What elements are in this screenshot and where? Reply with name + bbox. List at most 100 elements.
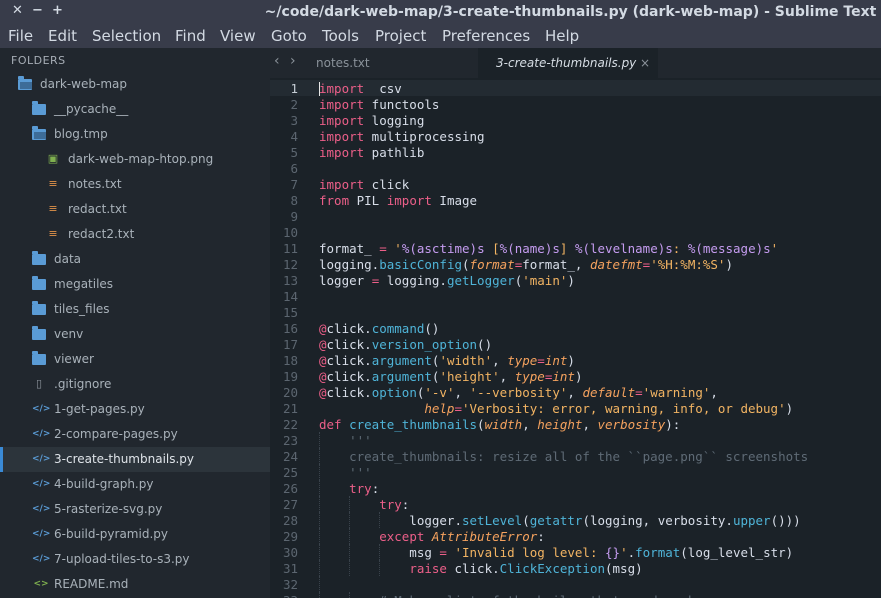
sidebar-item[interactable]: __pycache__ (0, 97, 270, 122)
sidebar-item-label: tiles_files (54, 302, 110, 316)
sidebar-item-label: venv (54, 327, 84, 341)
file-icon: ▯ (35, 377, 43, 390)
sidebar-header: FOLDERS (11, 54, 66, 67)
line-number: 6 (290, 161, 298, 176)
code-line: 32 (270, 576, 881, 592)
sidebar-item[interactable]: ▣ dark-web-map-htop.png (0, 147, 270, 172)
sidebar-item[interactable]: ▯ .gitignore (0, 372, 270, 397)
sidebar-item[interactable]: </> 7-upload-tiles-to-s3.py (0, 547, 270, 572)
sidebar-item[interactable]: viewer (0, 347, 270, 372)
code-text: ''' (319, 433, 372, 448)
folder-icon (32, 301, 46, 315)
menu-preferences[interactable]: Preferences (442, 27, 530, 45)
line-number: 3 (290, 113, 298, 128)
code-line: 15 (270, 304, 881, 320)
image-file-icon: ▣ (47, 152, 59, 165)
sidebar-item-label: notes.txt (68, 177, 122, 191)
sidebar-item[interactable]: </> 3-create-thumbnails.py (0, 447, 270, 472)
code-text: @click.argument('height', type=int) (319, 369, 583, 384)
line-number: 33 (270, 593, 298, 598)
indent-guide (319, 576, 320, 592)
code-text: try: (349, 481, 380, 496)
code-line: 13 logger = logging.getLogger('main') (270, 272, 881, 288)
code-text: import functools (319, 97, 440, 112)
sidebar-item[interactable]: ≡ redact2.txt (0, 222, 270, 247)
code-text: # Make a list of the heiles that need wo… (319, 593, 703, 598)
code-text: @click.option('-v', '--verbosity', defau… (319, 385, 718, 400)
code-text: format_ = '%(asctime)s [%(name)s] %(leve… (319, 241, 779, 256)
menu-bar: File Edit Selection Find View Goto Tools… (0, 24, 881, 48)
sidebar-item-label: 2-compare-pages.py (54, 427, 178, 441)
code-line: 18 @click.argument('width', type=int) (270, 352, 881, 368)
menu-goto[interactable]: Goto (271, 27, 307, 45)
menu-find[interactable]: Find (175, 27, 206, 45)
menu-edit[interactable]: Edit (48, 27, 77, 45)
code-line: 17 @click.version_option() (270, 336, 881, 352)
folder-open-icon (32, 126, 46, 140)
sidebar-item[interactable]: data (0, 247, 270, 272)
menu-help[interactable]: Help (545, 27, 579, 45)
sidebar-item[interactable]: </> 5-rasterize-svg.py (0, 497, 270, 522)
menu-selection[interactable]: Selection (92, 27, 161, 45)
sidebar-item-label: 1-get-pages.py (54, 402, 145, 416)
code-line: 26 try: (270, 480, 881, 496)
tab-label: 3-create-thumbnails.py (496, 56, 637, 70)
sidebar-item[interactable]: </> 4-build-graph.py (0, 472, 270, 497)
sidebar-item[interactable]: dark-web-map (0, 72, 270, 97)
code-line: 12 logging.basicConfig(format=format_, da… (270, 256, 881, 272)
code-line: 33 # Make a list of the heiles that need… (270, 592, 881, 598)
sidebar-item-label: 5-rasterize-svg.py (54, 502, 163, 516)
code-text: from PIL import Image (319, 193, 478, 208)
menu-file[interactable]: File (8, 27, 33, 45)
code-line: 1 import csv (270, 80, 881, 96)
code-line: 7 import click (270, 176, 881, 192)
sidebar-item[interactable]: blog.tmp (0, 122, 270, 147)
line-number: 8 (290, 193, 298, 208)
menu-view[interactable]: View (220, 27, 256, 45)
sidebar-item[interactable]: </> 1-get-pages.py (0, 397, 270, 422)
code-text: def create_thumbnails(width, height, ver… (319, 417, 681, 432)
sidebar-item[interactable]: tiles_files (0, 297, 270, 322)
text-file-icon: ≡ (48, 227, 58, 240)
tab-close-icon[interactable]: × (640, 56, 650, 70)
line-number: 30 (282, 545, 298, 560)
tab-3-create-thumbnails[interactable]: 3-create-thumbnails.py × (478, 48, 658, 78)
code-line: 25 ''' (270, 464, 881, 480)
window-title: ~/code/dark-web-map/3-create-thumbnails.… (264, 4, 877, 20)
code-line: 11 format_ = '%(asctime)s [%(name)s] %(le… (270, 240, 881, 256)
code-file-icon: </> (32, 429, 51, 439)
code-file-icon: </> (32, 504, 51, 514)
tab-nav-forward-icon[interactable]: › (290, 53, 296, 69)
sidebar-item-label: dark-web-map-htop.png (68, 152, 214, 166)
code-editor[interactable]: 1 import csv 2 import functools 3 import logg… (270, 78, 881, 598)
menu-project[interactable]: Project (375, 27, 426, 45)
code-text: ''' (319, 465, 372, 480)
code-line: 30 msg = 'Invalid log level: {}'.format(… (270, 544, 881, 560)
line-number: 13 (282, 273, 298, 288)
code-line: 16 @click.command() (270, 320, 881, 336)
sidebar-item-label: data (54, 252, 82, 266)
code-file-icon: </> (32, 479, 51, 489)
selection-indicator (0, 447, 3, 472)
tab-nav-back-icon[interactable]: ‹ (274, 53, 280, 69)
folder-icon (32, 101, 46, 115)
line-number: 1 (290, 81, 298, 96)
sidebar-item[interactable]: <> README.md (0, 572, 270, 597)
line-number: 5 (290, 145, 298, 160)
code-line: 19 @click.argument('height', type=int) (270, 368, 881, 384)
menu-tools[interactable]: Tools (322, 27, 359, 45)
line-number: 20 (282, 385, 298, 400)
sidebar-item-label: 7-upload-tiles-to-s3.py (54, 552, 190, 566)
line-number: 24 (282, 449, 298, 464)
sidebar-item[interactable]: venv (0, 322, 270, 347)
code-line: 31 raise click.ClickException(msg) (270, 560, 881, 576)
sidebar-item[interactable]: </> 2-compare-pages.py (0, 422, 270, 447)
sidebar-item-label: megatiles (54, 277, 114, 291)
sidebar-item[interactable]: ≡ notes.txt (0, 172, 270, 197)
tab-notes[interactable]: notes.txt (308, 48, 478, 78)
line-number: 26 (282, 481, 298, 496)
sidebar-item[interactable]: megatiles (0, 272, 270, 297)
sidebar-item[interactable]: </> 6-build-pyramid.py (0, 522, 270, 547)
sidebar-item[interactable]: ≡ redact.txt (0, 197, 270, 222)
folder-icon (32, 351, 46, 365)
